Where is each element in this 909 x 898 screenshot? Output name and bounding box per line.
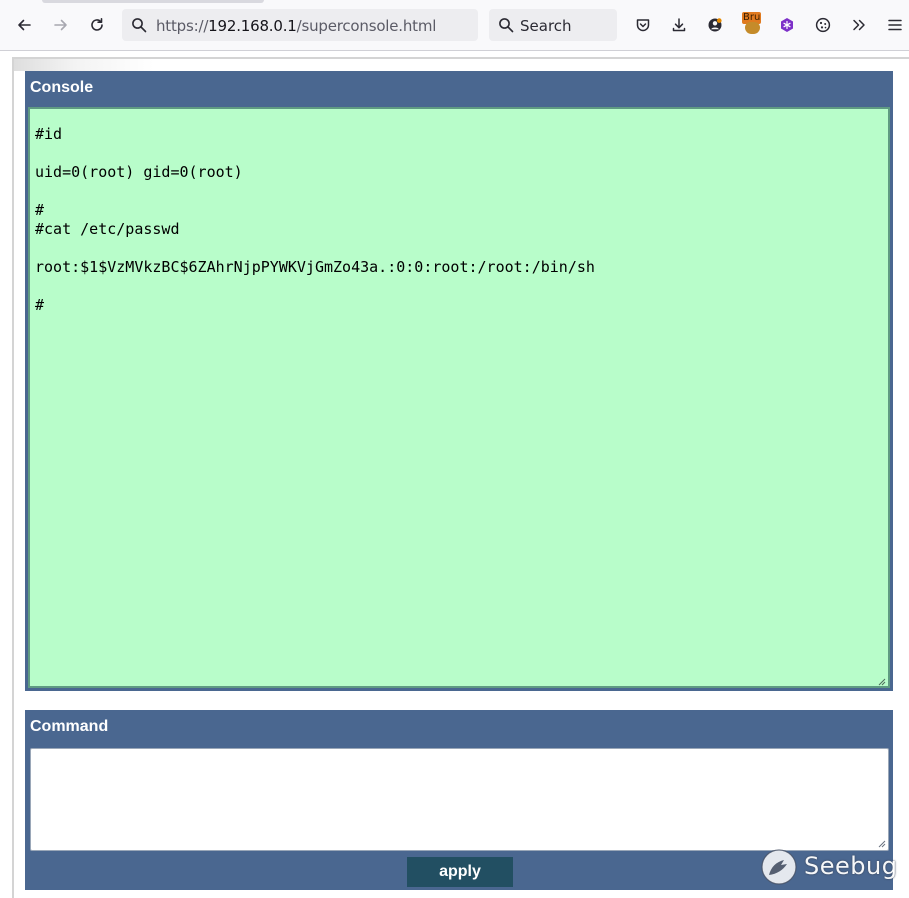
- seebug-logo-icon: [761, 849, 797, 885]
- download-icon: [672, 18, 686, 32]
- cookie-icon: [815, 17, 831, 33]
- purple-extension-icon: [781, 18, 793, 32]
- hamburger-menu-icon: [888, 19, 902, 31]
- url-host: 192.168.0.1: [208, 17, 297, 35]
- back-button[interactable]: [11, 12, 37, 38]
- command-input[interactable]: [30, 748, 889, 851]
- cookie-extension-button[interactable]: [810, 12, 836, 38]
- console-line: #id: [35, 125, 63, 143]
- bru-extension-button[interactable]: Bru: [742, 12, 764, 34]
- address-bar[interactable]: https://192.168.0.1/superconsole.html: [122, 9, 478, 41]
- pocket-icon: [636, 19, 650, 32]
- bru-extension-icon: [745, 22, 760, 34]
- url-scheme: https://: [156, 17, 209, 35]
- tab-strip-hint: [42, 0, 264, 3]
- forward-button[interactable]: [48, 12, 74, 38]
- console-line: #: [35, 201, 45, 219]
- console-line: root:$1$VzMVkzBC$6ZAhrNjpPYWKVjGmZo43a.:…: [35, 258, 595, 276]
- reload-button[interactable]: [84, 12, 110, 38]
- back-arrow-icon: [18, 19, 31, 31]
- watermark-text: Seebug: [804, 852, 898, 880]
- console-line: uid=0(root) gid=0(root): [35, 163, 243, 181]
- console-line: #cat /etc/passwd: [35, 220, 180, 238]
- purple-extension-button[interactable]: [774, 12, 800, 38]
- console-line: #: [35, 296, 45, 314]
- search-icon: [499, 18, 514, 33]
- overflow-menu-button[interactable]: [846, 12, 872, 38]
- overflow-chevrons-icon: [853, 19, 865, 31]
- account-icon: [708, 18, 722, 32]
- search-placeholder: Search: [520, 17, 572, 35]
- downloads-button[interactable]: [666, 12, 692, 38]
- account-button[interactable]: [702, 12, 728, 38]
- console-output[interactable]: #id uid=0(root) gid=0(root) # #cat /etc/pas…: [28, 107, 890, 688]
- command-header: Command: [25, 710, 893, 744]
- app-menu-button[interactable]: [882, 12, 908, 38]
- search-icon: [132, 18, 147, 33]
- url-text[interactable]: https://192.168.0.1/superconsole.html: [156, 17, 436, 35]
- apply-button[interactable]: apply: [407, 857, 513, 887]
- console-header: Console: [25, 71, 893, 105]
- resize-grip-icon[interactable]: [876, 676, 886, 686]
- reload-icon: [91, 18, 103, 31]
- seebug-watermark: Seebug: [760, 846, 897, 890]
- browser-toolbar: https://192.168.0.1/superconsole.html Se…: [0, 0, 909, 51]
- search-box[interactable]: Search: [489, 9, 617, 41]
- forward-arrow-icon: [54, 19, 67, 31]
- pocket-button[interactable]: [630, 12, 656, 38]
- url-path: /superconsole.html: [296, 17, 437, 35]
